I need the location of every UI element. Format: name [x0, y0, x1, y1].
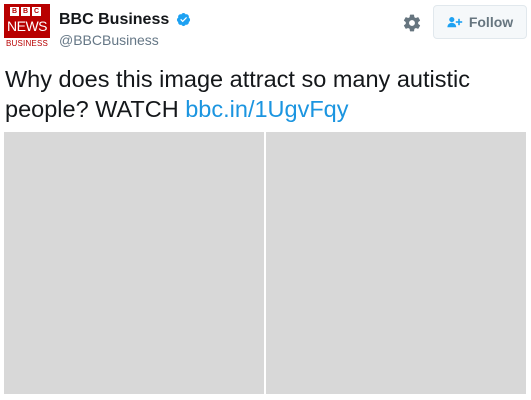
tweet-text: Why does this image attract so many auti… [5, 64, 525, 124]
account-handle[interactable]: @BBCBusiness [59, 31, 159, 49]
avatar-business-text: BUSINESS [5, 39, 49, 48]
avatar[interactable]: B B C NEWS BUSINESS [4, 4, 50, 50]
follow-button[interactable]: Follow [433, 5, 527, 39]
avatar-news-text: NEWS [7, 18, 48, 34]
tweet-card: B B C NEWS BUSINESS BBC Business @BBCBus… [0, 0, 531, 400]
display-name[interactable]: BBC Business [59, 10, 169, 30]
bbc-logo: B B C [10, 7, 41, 16]
verified-badge-icon [176, 12, 191, 27]
gear-icon[interactable] [402, 13, 422, 33]
tweet-link[interactable]: bbc.in/1UgvFqy [185, 96, 348, 122]
follow-label: Follow [468, 14, 514, 30]
bbc-letter: B [10, 7, 19, 16]
media-grid [4, 132, 526, 394]
media-image-left[interactable] [4, 132, 264, 394]
bbc-letter: B [21, 7, 30, 16]
bbc-letter: C [32, 7, 41, 16]
add-user-icon [447, 17, 463, 28]
media-image-right[interactable] [266, 132, 526, 394]
